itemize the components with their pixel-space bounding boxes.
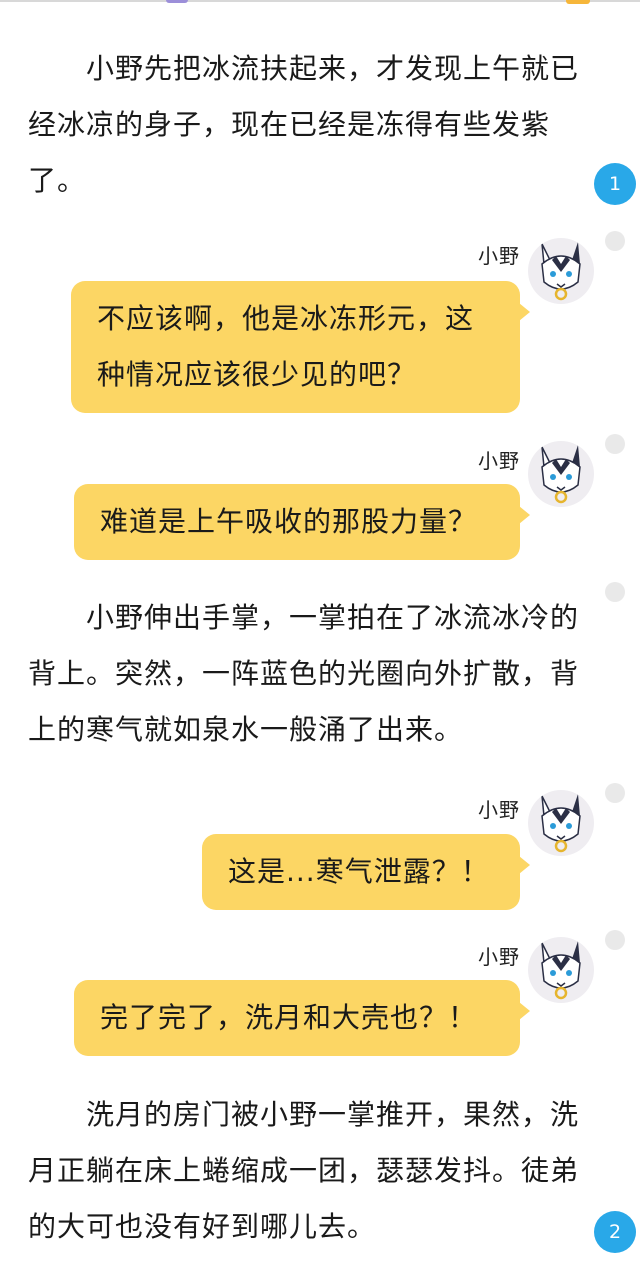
message-comment-dot[interactable] xyxy=(605,434,625,454)
top-divider xyxy=(0,0,640,2)
speaker-avatar[interactable] xyxy=(528,441,594,507)
speaker-avatar[interactable] xyxy=(528,238,594,304)
story-paragraph: 小野先把冰流扶起来，才发现上午就已经冰凉的身子，现在已经是冻得有些发紫了。 xyxy=(28,52,580,197)
speaker-avatar[interactable] xyxy=(528,937,594,1003)
speaker-name: 小野 xyxy=(478,798,520,822)
message-comment-dot[interactable] xyxy=(605,582,625,602)
message-comment-dot[interactable] xyxy=(605,231,625,251)
story-paragraph: 洗月的房门被小野一掌推开，果然，洗月正躺在床上蜷缩成一团，瑟瑟发抖。徒弟的大可也… xyxy=(28,1098,580,1243)
chat-bubble: 难道是上午吸收的那股力量？ xyxy=(74,484,530,560)
paragraph-comment-badge[interactable]: 1 xyxy=(594,163,636,205)
wolf-avatar-icon xyxy=(541,445,581,504)
paragraph-comment-badge[interactable]: 2 xyxy=(594,1211,636,1253)
speaker-name: 小野 xyxy=(478,449,520,473)
wolf-avatar-icon xyxy=(541,941,581,1000)
chat-bubble: 这是...寒气泄露？！ xyxy=(202,834,530,910)
chat-bubble: 不应该啊，他是冰冻形元，这种情况应该很少见的吧？ xyxy=(71,281,530,413)
speaker-avatar[interactable] xyxy=(528,790,594,856)
speaker-name: 小野 xyxy=(478,244,520,268)
message-comment-dot[interactable] xyxy=(605,783,625,803)
wolf-avatar-icon xyxy=(541,794,581,853)
top-edge-mark-left xyxy=(166,0,188,3)
message-comment-dot[interactable] xyxy=(605,930,625,950)
story-paragraph: 小野伸出手掌，一掌拍在了冰流冰冷的背上。突然，一阵蓝色的光圈向外扩散，背上的寒气… xyxy=(28,601,580,746)
wolf-avatar-icon xyxy=(541,242,581,301)
chat-bubble: 完了完了，洗月和大壳也？！ xyxy=(74,980,530,1056)
speaker-name: 小野 xyxy=(478,945,520,969)
top-edge-mark-right xyxy=(566,0,590,4)
